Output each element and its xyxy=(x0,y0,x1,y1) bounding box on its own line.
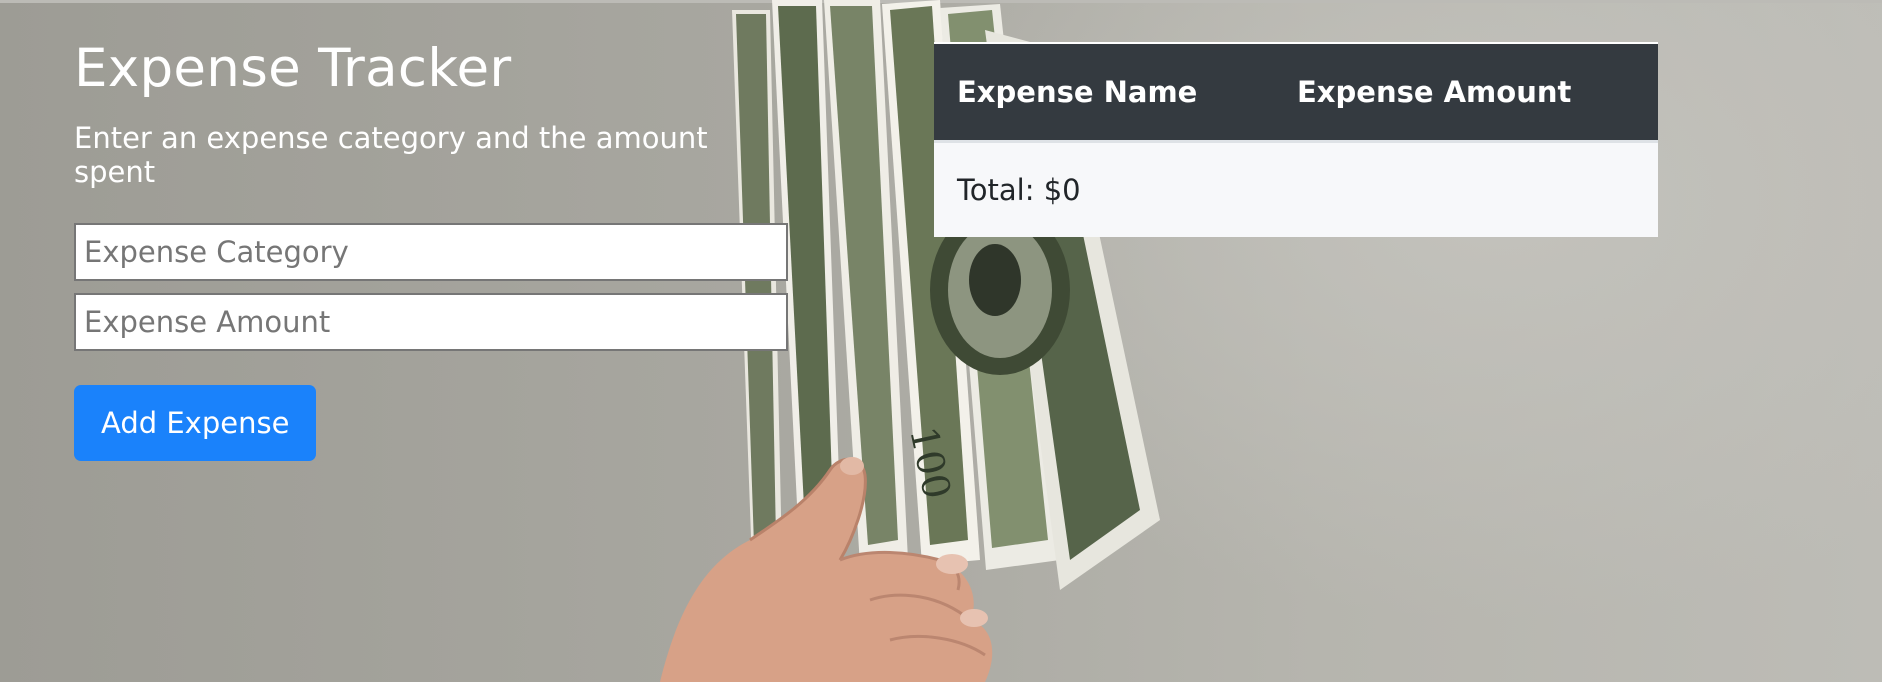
expense-form-panel: Expense Tracker Enter an expense categor… xyxy=(74,38,788,461)
add-expense-button[interactable]: Add Expense xyxy=(74,384,317,461)
expense-amount-input[interactable] xyxy=(74,292,788,351)
expense-amount-header: Expense Amount xyxy=(1274,43,1658,143)
total-amount-cell xyxy=(1274,141,1658,237)
expense-category-input[interactable] xyxy=(74,222,788,281)
expense-name-header: Expense Name xyxy=(934,43,1274,143)
expense-table: Expense Name Expense Amount Total: $0 xyxy=(934,42,1658,237)
total-label: Total: $0 xyxy=(934,141,1274,237)
page-title: Expense Tracker xyxy=(74,38,512,99)
table-header-row: Expense Name Expense Amount xyxy=(934,43,1658,143)
total-row: Total: $0 xyxy=(934,141,1658,237)
page-subtitle: Enter an expense category and the amount… xyxy=(74,121,708,189)
